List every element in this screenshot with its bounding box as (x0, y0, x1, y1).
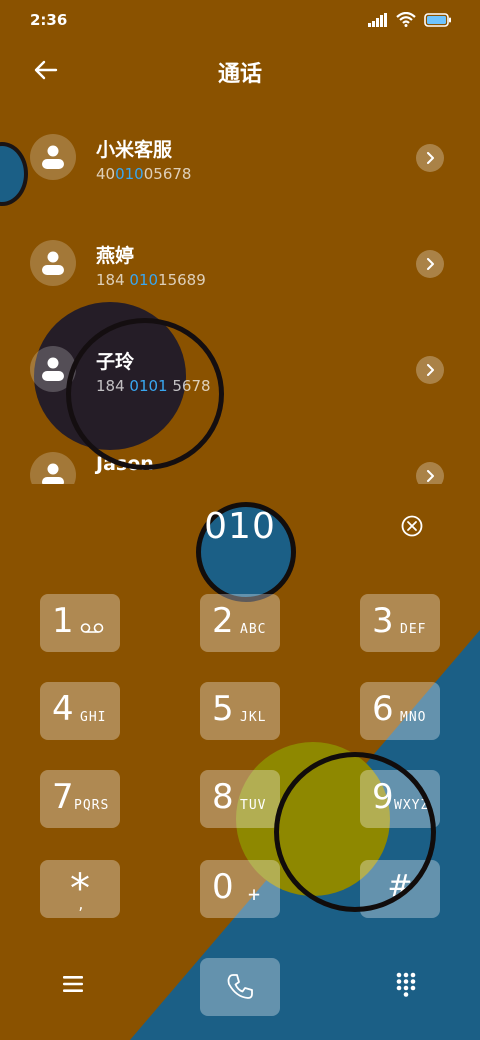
key-9[interactable]: 9 WXYZ (360, 770, 440, 828)
contact-name: 燕婷 (96, 245, 135, 267)
key-letters: MNO (400, 710, 427, 725)
signal-icon (368, 12, 387, 27)
contact-row[interactable]: 小米客服 4001005678 (0, 104, 480, 210)
key-5[interactable]: 5 JKL (200, 682, 280, 740)
key-digit: # (387, 869, 413, 904)
call-button[interactable] (200, 958, 280, 1016)
status-time: 2:36 (30, 11, 68, 29)
key-2[interactable]: 2 ABC (200, 594, 280, 652)
dialpad-icon[interactable] (396, 972, 416, 998)
key-digit: 6 (372, 689, 394, 729)
wifi-icon (396, 12, 416, 27)
key-letters: + (248, 882, 262, 906)
person-icon (42, 357, 64, 381)
chevron-right-icon (427, 470, 434, 482)
menu-icon[interactable] (62, 974, 84, 994)
contact-row[interactable]: 燕婷 184 01015689 (0, 210, 480, 316)
contact-list: 小米客服 4001005678 燕婷 184 01015689 子玲 184 0… (0, 104, 480, 484)
chevron-right-icon (427, 364, 434, 376)
header: 通话 (0, 40, 480, 100)
contact-row[interactable]: 子玲 184 0101 5678 (0, 316, 480, 422)
page-title: 通话 (217, 62, 262, 87)
contact-detail-button[interactable] (416, 144, 444, 172)
key-letters: JKL (240, 710, 267, 725)
key-digit: 9 (372, 777, 394, 817)
key-8[interactable]: 8 TUV (200, 770, 280, 828)
status-bar: 2:36 (0, 0, 480, 40)
avatar (30, 346, 76, 392)
battery-icon (424, 12, 451, 27)
key-letters: PQRS (74, 798, 110, 813)
key-letters: ABC (240, 622, 267, 637)
contact-number: 4001005678 (96, 165, 192, 183)
person-icon (42, 251, 64, 275)
key-0[interactable]: 0 + (200, 860, 280, 918)
key-letters: DEF (400, 622, 427, 637)
person-icon (42, 463, 64, 484)
key-digit: 4 (52, 689, 74, 729)
key-7[interactable]: 7 PQRS (40, 770, 120, 828)
key-letters: TUV (240, 798, 267, 813)
key-4[interactable]: 4 GHI (40, 682, 120, 740)
key-1[interactable]: 1 (40, 594, 120, 652)
contact-name: 小米客服 (96, 139, 173, 161)
phone-icon (227, 974, 253, 999)
key-hash[interactable]: # (360, 860, 440, 918)
key-letters: GHI (80, 710, 107, 725)
contact-detail-button[interactable] (416, 250, 444, 278)
avatar (30, 452, 76, 484)
key-star[interactable]: * , (40, 860, 120, 918)
key-digit: 3 (372, 601, 394, 641)
person-icon (42, 145, 64, 169)
avatar (30, 134, 76, 180)
voicemail-icon (80, 623, 104, 633)
contact-row[interactable]: Jason (0, 422, 480, 484)
avatar (30, 240, 76, 286)
dial-input-area: 010 (0, 500, 480, 560)
chevron-right-icon (427, 258, 434, 270)
key-digit: 2 (212, 601, 234, 641)
contact-number: 184 01015689 (96, 271, 206, 289)
contact-detail-button[interactable] (416, 356, 444, 384)
key-letters: , (77, 898, 86, 913)
dial-input[interactable]: 010 (0, 506, 480, 547)
key-digit: 8 (212, 777, 234, 817)
key-6[interactable]: 6 MNO (360, 682, 440, 740)
contact-detail-button[interactable] (416, 462, 444, 484)
key-digit: 7 (52, 777, 74, 817)
key-digit: 5 (212, 689, 234, 729)
key-digit: 1 (52, 601, 74, 641)
key-3[interactable]: 3 DEF (360, 594, 440, 652)
key-letters: WXYZ (394, 798, 430, 813)
contact-name: Jason (96, 453, 154, 475)
key-digit: 0 (212, 867, 234, 907)
contact-name: 子玲 (96, 351, 135, 373)
chevron-right-icon (427, 152, 434, 164)
contact-number: 184 0101 5678 (96, 377, 211, 395)
